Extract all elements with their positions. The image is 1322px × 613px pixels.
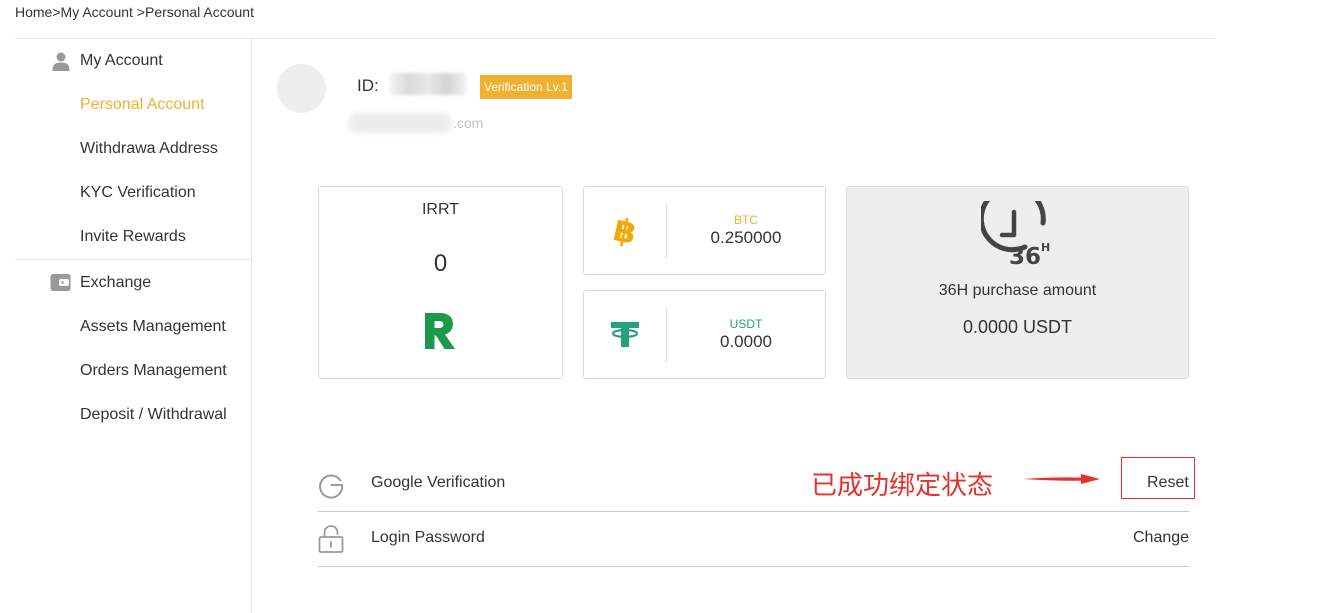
arrow-right-icon (1021, 471, 1101, 492)
avatar (277, 64, 326, 113)
wallet-icon (50, 272, 71, 293)
user-id-redacted (390, 73, 466, 95)
sidebar-group-my-account[interactable]: My Account (50, 50, 163, 71)
sidebar-item-personal-account[interactable]: Personal Account (80, 96, 205, 114)
security-row-divider (318, 566, 1189, 567)
svg-text:฿: ฿ (610, 213, 640, 249)
breadcrumb: Home>My Account >Personal Account (15, 4, 254, 20)
sidebar-group-exchange[interactable]: Exchange (50, 272, 151, 293)
purchase-36h-value: 0.0000 USDT (962, 317, 1073, 337)
usdt-balance-value: 0.0000 (720, 332, 772, 351)
rial-icon (421, 310, 459, 352)
user-id-label: ID: (357, 76, 379, 95)
irrt-symbol: IRRT (421, 201, 460, 218)
sidebar-group-label: Exchange (80, 273, 152, 291)
breadcrumb-home-link[interactable]: Home (15, 4, 52, 20)
verification-badge: Verification Lv.1 (480, 75, 572, 99)
svg-text:36: 36 (1009, 244, 1041, 269)
google-icon (317, 471, 345, 504)
breadcrumb-current: Personal Account (145, 4, 254, 20)
sidebar-item-kyc-verification[interactable]: KYC Verification (80, 184, 196, 202)
irrt-balance-value: 0 (433, 250, 448, 277)
sidebar-item-deposit-withdrawal[interactable]: Deposit / Withdrawal (80, 406, 227, 424)
sidebar-divider (251, 39, 252, 613)
breadcrumb-my-account-link[interactable]: My Account (61, 4, 133, 20)
btc-balance-value: 0.250000 (710, 228, 782, 247)
sidebar-item-withdraw-address[interactable]: Withdrawa Address (80, 140, 218, 158)
login-password-label: Login Password (371, 529, 485, 546)
usdt-symbol: USDT (729, 317, 763, 331)
sidebar-item-assets-management[interactable]: Assets Management (80, 318, 226, 336)
sidebar-group-label: My Account (80, 51, 163, 69)
email-suffix: .com (453, 115, 484, 131)
svg-text:H: H (1041, 241, 1050, 254)
annotation-text: 已成功绑定状态 (811, 471, 994, 501)
security-row-divider (318, 511, 1189, 512)
header-divider (15, 38, 1215, 39)
tether-icon (610, 319, 640, 354)
google-verification-label: Google Verification (371, 474, 506, 491)
reset-google-verification-button[interactable]: Reset (1147, 474, 1189, 492)
lock-icon (318, 524, 344, 559)
change-password-button[interactable]: Change (1133, 529, 1189, 547)
btc-symbol: BTC (734, 213, 758, 227)
clock-36h-icon: 36 H (978, 185, 1055, 274)
bitcoin-icon: ฿ (610, 210, 640, 254)
breadcrumb-separator: > (132, 4, 145, 20)
breadcrumb-separator: > (52, 4, 61, 20)
purchase-36h-label: 36H purchase amount (938, 282, 1097, 299)
sidebar-group-divider (15, 259, 251, 260)
email-redacted (348, 113, 452, 133)
sidebar-item-invite-rewards[interactable]: Invite Rewards (80, 228, 186, 246)
user-icon (50, 50, 71, 71)
sidebar-item-orders-management[interactable]: Orders Management (80, 362, 227, 380)
